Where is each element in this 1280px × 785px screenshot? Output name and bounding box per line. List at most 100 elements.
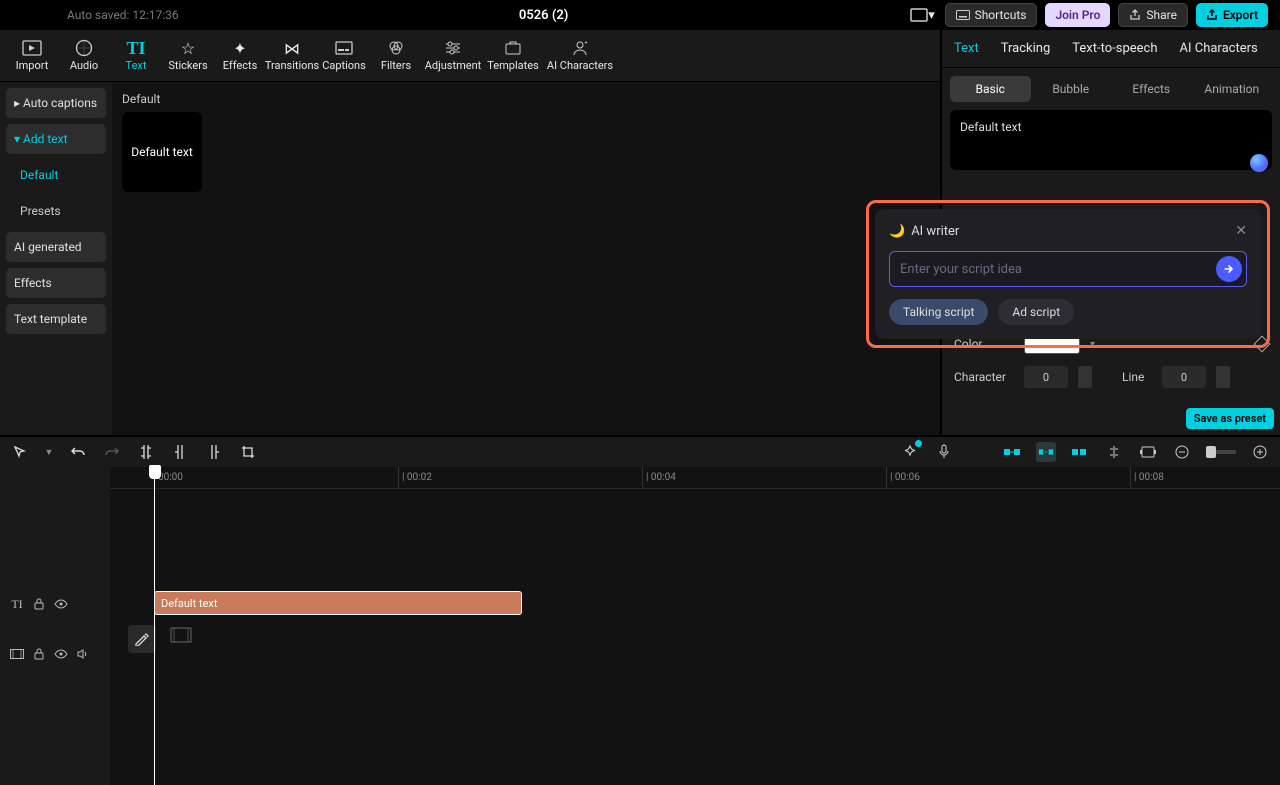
nav-add-text[interactable]: ▾Add text [6, 124, 106, 154]
tool-stickers[interactable]: ☆Stickers [162, 32, 214, 80]
shortcuts-button[interactable]: Shortcuts [945, 3, 1038, 27]
adjustment-icon [445, 39, 461, 57]
subtab-bubble[interactable]: Bubble [1031, 76, 1112, 102]
text-clip[interactable]: Default text [154, 591, 522, 615]
nav-ai-generated[interactable]: AI generated [6, 232, 106, 262]
nav-default[interactable]: Default [6, 160, 106, 190]
track-visibility-icon-2[interactable] [54, 647, 68, 661]
ai-script-input[interactable] [900, 262, 1216, 277]
asset-canvas: Default Default text [112, 82, 940, 435]
align-tool[interactable] [1104, 442, 1124, 462]
character-value[interactable]: 0 [1024, 366, 1068, 388]
save-as-preset-button[interactable]: Save as preset [1186, 408, 1274, 429]
snap-toggle-3[interactable] [1070, 442, 1090, 462]
export-icon [1206, 9, 1218, 21]
share-button[interactable]: Share [1118, 3, 1188, 27]
nav-effects[interactable]: Effects [6, 268, 106, 298]
track-effects-button[interactable] [128, 625, 156, 653]
stickers-icon: ☆ [181, 39, 195, 57]
share-icon [1129, 9, 1141, 21]
pointer-tool[interactable] [10, 442, 30, 462]
export-button[interactable]: Export [1196, 3, 1268, 27]
line-stepper[interactable] [1216, 366, 1230, 388]
tool-effects[interactable]: ✦Effects [214, 32, 266, 80]
nav-presets[interactable]: Presets [6, 196, 106, 226]
tool-adjustment[interactable]: Adjustment [422, 32, 484, 80]
line-value[interactable]: 0 [1162, 366, 1206, 388]
track-lock-icon[interactable] [32, 597, 46, 611]
timeline-ruler[interactable]: 00:00 | 00:02 | 00:04 | 00:06 | 00:08 [110, 467, 1280, 489]
track-visibility-icon[interactable] [54, 597, 68, 611]
effects-icon: ✦ [233, 39, 246, 57]
transitions-icon: ⋈ [284, 39, 300, 57]
tool-filters[interactable]: Filters [370, 32, 422, 80]
preview-tool[interactable] [1138, 442, 1158, 462]
undo-button[interactable] [68, 442, 88, 462]
video-track-header [0, 629, 110, 679]
arrow-right-icon [1223, 263, 1235, 275]
track-lock-icon-2[interactable] [32, 647, 46, 661]
ai-writer-highlight-frame: 🌙 AI writer ✕ Talking script Ad script [866, 200, 1270, 348]
track-video-icon [10, 647, 24, 661]
join-pro-button[interactable]: Join Pro [1045, 3, 1110, 27]
text-content-box[interactable]: Default text [950, 110, 1272, 170]
text-track-header: TI [0, 579, 110, 629]
track-text-icon: TI [10, 597, 24, 611]
empty-media-slot[interactable] [170, 627, 192, 643]
ai-writer-popup: 🌙 AI writer ✕ Talking script Ad script [875, 209, 1261, 339]
rtab-tts[interactable]: Text-to-speech [1072, 41, 1157, 56]
captions-icon [335, 39, 353, 57]
character-stepper[interactable] [1078, 366, 1092, 388]
subtab-basic[interactable]: Basic [950, 76, 1031, 102]
canvas-heading: Default [122, 92, 930, 106]
nav-auto-captions[interactable]: ▸Auto captions [6, 88, 106, 118]
timeline: TI 00:00 | 00:02 | 00:04 | 00:06 | 00:08 [0, 467, 1280, 785]
line-label: Line [1122, 370, 1152, 384]
audio-icon [75, 39, 93, 57]
tool-transitions[interactable]: ⋈Transitions [266, 32, 318, 80]
pointer-dropdown[interactable]: ▼ [44, 442, 54, 462]
chip-talking-script[interactable]: Talking script [889, 299, 988, 325]
text-side-nav: ▸Auto captions ▾Add text Default Presets… [0, 82, 112, 435]
zoom-in-button[interactable] [1250, 442, 1270, 462]
tool-import[interactable]: Import [6, 32, 58, 80]
trim-left-tool[interactable] [170, 442, 190, 462]
zoom-slider[interactable] [1206, 450, 1236, 454]
crop-tool[interactable] [238, 442, 258, 462]
nav-text-template[interactable]: Text template [6, 304, 106, 334]
title-bar: Auto saved: 12:17:36 0526 (2) ▾ Shortcut… [0, 0, 1280, 30]
rtab-ai-characters[interactable]: AI Characters [1180, 41, 1258, 56]
tool-audio[interactable]: Audio [58, 32, 110, 80]
tool-templates[interactable]: Templates [484, 32, 542, 80]
import-icon [22, 39, 42, 57]
magic-tool[interactable] [900, 442, 920, 462]
subtab-animation[interactable]: Animation [1192, 76, 1273, 102]
chip-ad-script[interactable]: Ad script [998, 299, 1074, 325]
ai-orb-icon[interactable] [1250, 154, 1268, 172]
zoom-out-button[interactable] [1172, 442, 1192, 462]
snap-toggle-1[interactable] [1002, 442, 1022, 462]
project-title: 0526 (2) [179, 8, 909, 23]
rtab-text[interactable]: Text [954, 41, 979, 56]
rtab-tracking[interactable]: Tracking [1001, 41, 1051, 56]
media-toolbar: Import Audio TIText ☆Stickers ✦Effects ⋈… [0, 30, 940, 82]
ai-submit-button[interactable] [1216, 256, 1242, 282]
text-icon: TI [126, 39, 145, 57]
aspect-ratio-icon[interactable]: ▾ [909, 4, 937, 26]
voiceover-tool[interactable] [934, 442, 954, 462]
tool-ai-characters[interactable]: AI Characters [542, 32, 618, 80]
pencil-icon [134, 632, 150, 646]
tool-text[interactable]: TIText [110, 32, 162, 80]
redo-button[interactable] [102, 442, 122, 462]
trim-right-tool[interactable] [204, 442, 224, 462]
split-tool[interactable] [136, 442, 156, 462]
ai-script-input-wrap [889, 251, 1247, 287]
default-text-thumb[interactable]: Default text [122, 112, 202, 192]
playhead[interactable] [154, 467, 155, 785]
track-mute-icon[interactable] [76, 647, 90, 661]
tool-captions[interactable]: Captions [318, 32, 370, 80]
ai-writer-close-button[interactable]: ✕ [1235, 223, 1247, 239]
subtab-effects[interactable]: Effects [1111, 76, 1192, 102]
snap-toggle-2[interactable] [1036, 442, 1056, 462]
ai-moon-icon: 🌙 [889, 224, 905, 239]
